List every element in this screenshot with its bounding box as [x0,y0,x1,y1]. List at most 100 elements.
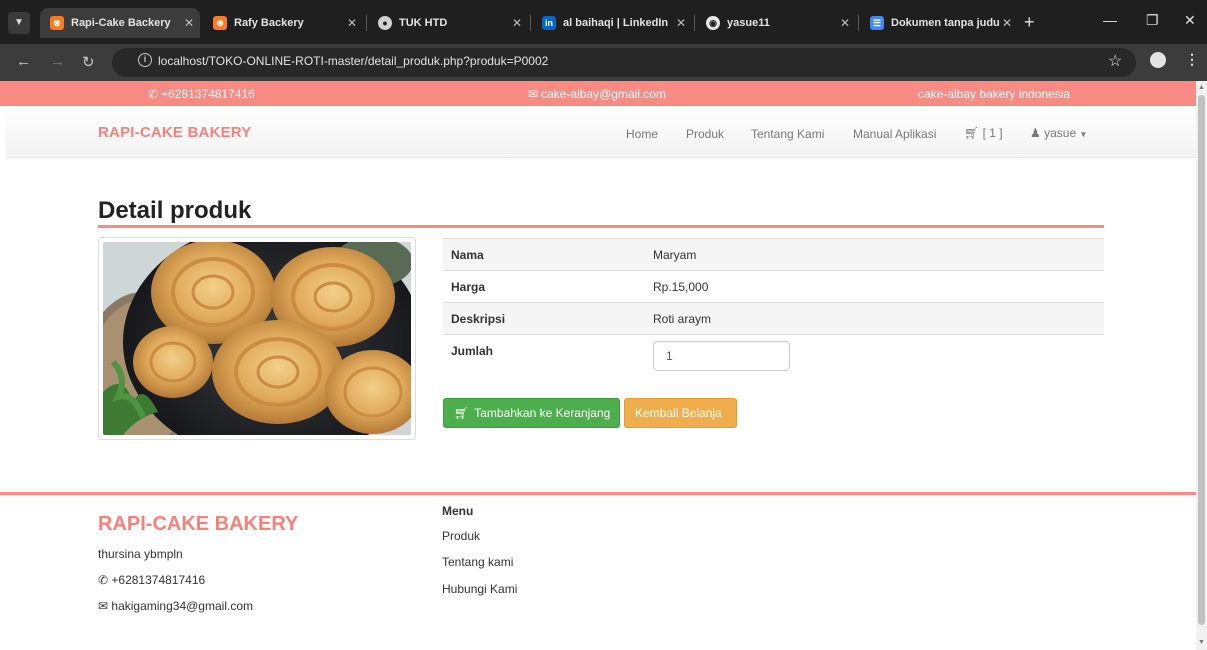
add-to-cart-label: Tambahkan ke Keranjang [474,406,611,420]
restore-icon[interactable]: ❐ [1146,12,1159,29]
url-text[interactable]: localhost/TOKO-ONLINE-ROTI-master/detail… [158,54,548,68]
row-value [645,334,1104,380]
footer-link-hubungi-kami[interactable]: Hubungi Kami [442,582,517,596]
tab-title: al baihaqi | LinkedIn [563,17,669,29]
bookmark-star-icon[interactable]: ☆ [1108,51,1122,71]
product-image [98,237,416,440]
close-icon[interactable]: ✕ [1002,16,1012,30]
footer-phone: ✆ +6281374817416 [98,573,205,587]
phone-icon: ✆ [98,573,109,587]
browser-tab-bar: ▼ ⊛ Rapi-Cake Backery ✕ ⊛ Rafy Backery ✕… [0,0,1207,44]
tab-docs[interactable]: ☰ Dokumen tanpa judu ✕ [860,8,1018,38]
back-arrow-icon[interactable]: ← [16,53,31,70]
minimize-icon[interactable]: — [1103,12,1117,28]
tab-github[interactable]: ◉ yasue11 ✕ [696,8,856,38]
tab-title: yasue11 [727,17,770,29]
phone-icon: ✆ [148,87,159,101]
forward-arrow-icon[interactable]: → [50,53,65,70]
row-value: Roti araym [645,302,1104,335]
nav-manual-aplikasi[interactable]: Manual Aplikasi [853,127,936,141]
close-icon[interactable]: ✕ [347,16,357,30]
close-icon[interactable]: ✕ [676,16,686,30]
scroll-up-icon[interactable]: ▲ [1198,84,1205,91]
topbar-phone-text: +6281374817416 [161,87,255,101]
nav-cart[interactable]: 🛒︎ [ 1 ] [964,126,1003,140]
footer-email: ✉ hakigaming34@gmail.com [98,599,253,613]
new-tab-icon[interactable]: + [1024,12,1035,32]
profile-icon[interactable] [1150,52,1166,68]
web-page: ✆ +6281374817416 ✉ cake-albay@gmail.com ca… [0,81,1196,650]
row-label: Nama [443,238,645,271]
row-label: Harga [443,270,645,303]
roti-maryam-photo [103,242,411,435]
envelope-icon: ✉ [98,599,109,613]
envelope-icon: ✉ [528,87,539,101]
row-value: Rp.15,000 [645,270,1104,303]
nav-produk[interactable]: Produk [686,127,724,141]
table-row: Deskripsi Roti araym [443,302,1104,335]
brand-logo[interactable]: RAPI-CAKE BAKERY [98,124,252,141]
github-icon: ◉ [706,16,720,30]
caret-down-icon: ▼ [1079,130,1088,139]
nav-tentang-kami[interactable]: Tentang Kami [751,127,824,141]
nav-home[interactable]: Home [626,127,658,141]
menu-kebab-icon[interactable]: ⋮ [1185,51,1199,68]
row-value: Maryam [645,238,1104,271]
tab-tuk-htd[interactable]: ● TUK HTD ✕ [368,8,528,38]
row-label: Deskripsi [443,302,645,335]
cart-icon: 🛒︎ [454,406,470,420]
tab-rapi-cake-backery[interactable]: ⊛ Rapi-Cake Backery ✕ [40,8,200,38]
close-icon[interactable]: ✕ [184,16,194,30]
back-to-shop-button[interactable]: Kembali Belanja [624,398,737,428]
user-dropdown[interactable]: ♟ yasue ▼ [1030,126,1087,140]
table-row: Jumlah [443,334,1104,380]
tab-separator [530,15,531,31]
user-icon: ♟ [1030,126,1041,140]
reload-icon[interactable]: ↻ [82,53,95,71]
globe-icon: ● [378,16,392,30]
window-close-icon[interactable]: ✕ [1184,12,1196,29]
footer-brand: RAPI-CAKE BAKERY [98,513,299,535]
close-icon[interactable]: ✕ [512,16,522,30]
title-divider [98,225,1104,228]
tab-separator [858,15,859,31]
cart-count: [ 1 ] [982,126,1003,140]
footer-link-tentang-kami[interactable]: Tentang kami [442,555,513,569]
cart-icon: 🛒︎ [964,126,980,140]
tab-title: Rapi-Cake Backery [71,17,171,29]
tab-title: Dokumen tanpa judu [891,17,1000,29]
topbar-email-text: cake-albay@gmail.com [541,87,666,101]
add-to-cart-button[interactable]: 🛒︎ Tambahkan ke Keranjang [443,398,620,428]
scroll-thumb[interactable] [1198,95,1205,625]
site-info-icon[interactable]: i [138,53,152,67]
row-label: Jumlah [443,334,645,380]
scroll-down-icon[interactable]: ▼ [1198,639,1205,646]
xampp-icon: ⊛ [50,16,64,30]
footer-email-text: hakigaming34@gmail.com [111,599,253,613]
xampp-icon: ⊛ [213,16,227,30]
tab-rafy-backery[interactable]: ⊛ Rafy Backery ✕ [203,8,363,38]
product-detail-table: Nama Maryam Harga Rp.15,000 Deskripsi Ro… [443,238,1104,380]
footer-link-produk[interactable]: Produk [442,529,480,543]
tab-search-icon[interactable]: ▼ [8,12,30,34]
user-name: yasue [1044,126,1077,140]
tab-linkedin[interactable]: in al baihaqi | LinkedIn ✕ [532,8,692,38]
footer-phone-text: +6281374817416 [111,573,206,587]
tab-title: Rafy Backery [234,17,304,29]
main-navbar: RAPI-CAKE BAKERY Home Produk Tentang Kam… [6,106,1196,158]
close-icon[interactable]: ✕ [840,16,850,30]
quantity-input[interactable] [653,341,790,371]
footer-menu-title: Menu [442,504,474,518]
contact-top-bar: ✆ +6281374817416 ✉ cake-albay@gmail.com ca… [0,81,1196,106]
tab-title: TUK HTD [399,17,448,29]
tab-separator [694,15,695,31]
docs-icon: ☰ [870,16,884,30]
tab-separator [366,15,367,31]
table-row: Harga Rp.15,000 [443,270,1104,303]
back-to-shop-label: Kembali Belanja [635,406,722,420]
topbar-email: ✉ cake-albay@gmail.com [528,87,666,101]
topbar-phone: ✆ +6281374817416 [148,87,255,101]
table-row: Nama Maryam [443,238,1104,271]
page-scrollbar[interactable]: ▲ ▼ [1196,81,1207,650]
footer-address: thursina ybmpln [98,547,183,561]
